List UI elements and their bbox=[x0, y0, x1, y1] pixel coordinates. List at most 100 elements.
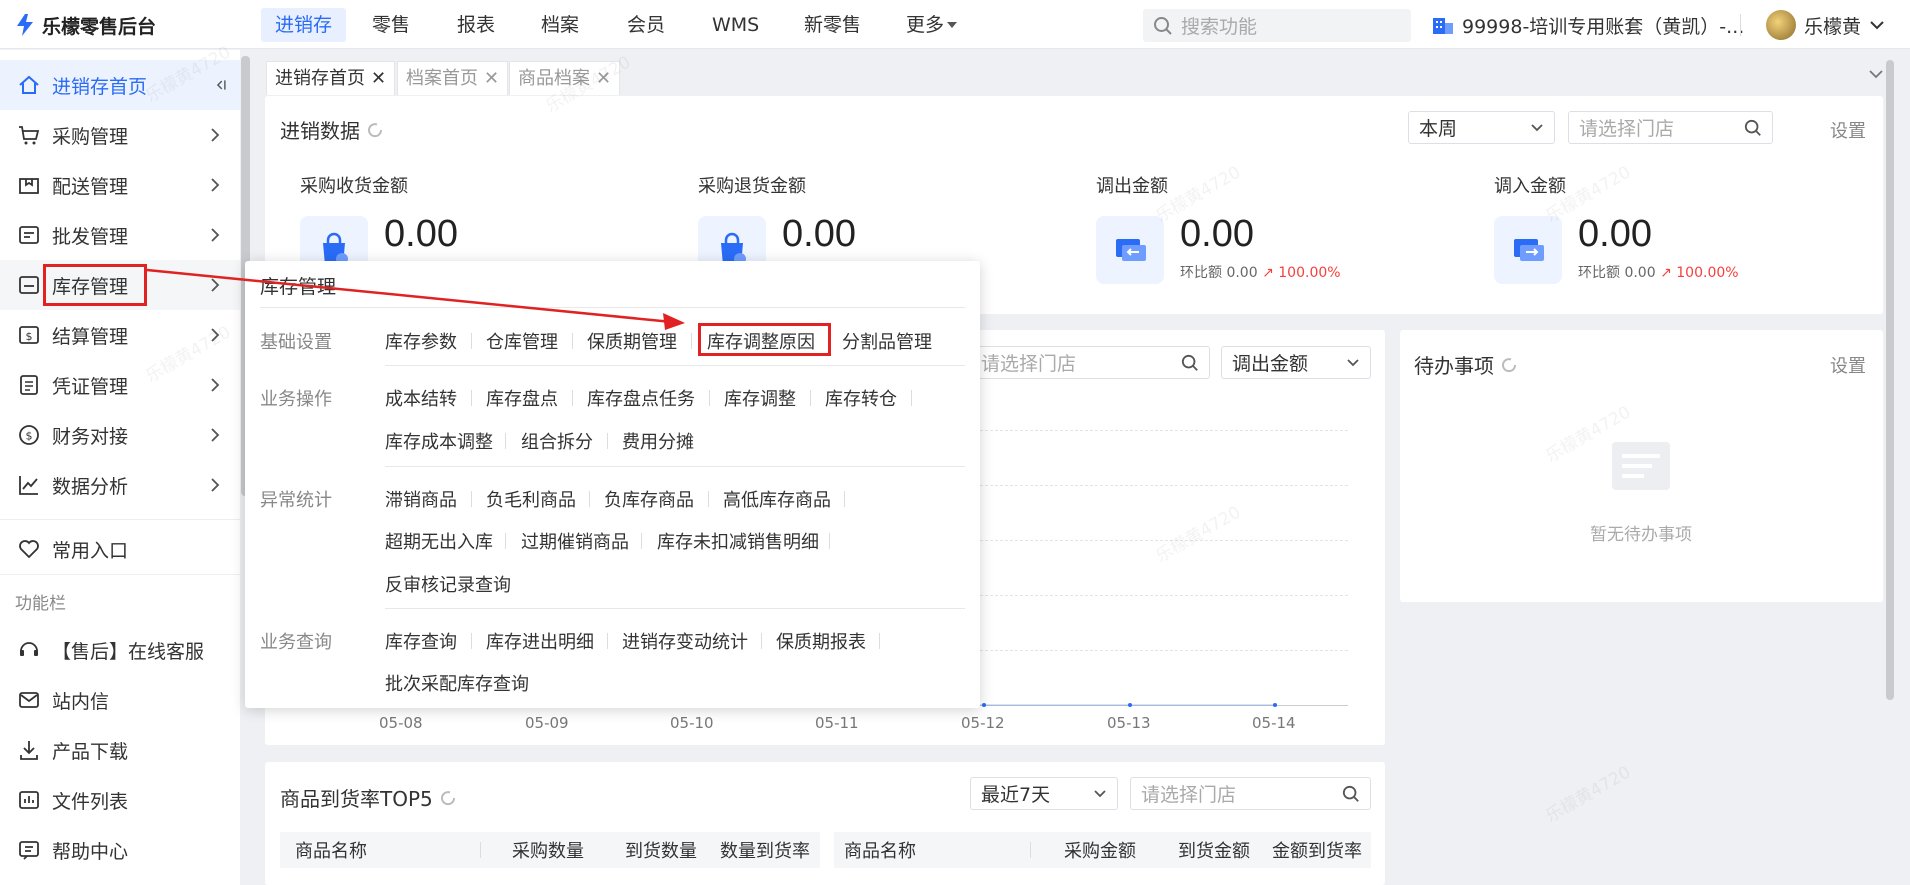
nav-archive[interactable]: 档案 bbox=[541, 8, 579, 42]
sidebar-item-help[interactable]: 帮助中心 bbox=[0, 825, 240, 875]
top5-header: 商品到货率TOP5 bbox=[280, 783, 457, 812]
highlight-box-adjust-reason bbox=[698, 323, 831, 356]
menu-item-stocktake-task[interactable]: 库存盘点任务 bbox=[587, 385, 695, 411]
menu-item-overdue-no-movement[interactable]: 超期无出入库 bbox=[385, 528, 493, 554]
search-icon bbox=[1154, 16, 1172, 35]
menu-item-cost-allocation[interactable]: 费用分摊 bbox=[622, 428, 694, 454]
sidebar-item-distribution[interactable]: 配送管理 bbox=[0, 160, 240, 210]
menu-item-batch-stock-query[interactable]: 批次采配库存查询 bbox=[385, 670, 529, 696]
app-logo[interactable]: 乐檬零售后台 bbox=[14, 11, 156, 39]
app-name: 乐檬零售后台 bbox=[42, 15, 157, 38]
sidebar-item-label: 站内信 bbox=[52, 690, 110, 713]
store-select[interactable]: 请选择门店 bbox=[1568, 111, 1773, 144]
divider bbox=[709, 390, 710, 406]
menu-item-stock-movement-detail[interactable]: 库存进出明细 bbox=[486, 628, 594, 654]
divider bbox=[385, 466, 965, 467]
sidebar-item-messages[interactable]: 站内信 bbox=[0, 675, 240, 725]
user-menu[interactable]: 乐檬黄 bbox=[1766, 10, 1885, 40]
menu-item-reverse-audit[interactable]: 反审核记录查询 bbox=[385, 571, 511, 597]
menu-item-cost-carryover[interactable]: 成本结转 bbox=[385, 385, 457, 411]
tabs-dropdown-icon[interactable] bbox=[1868, 68, 1884, 80]
menu-item-shelf-life[interactable]: 保质期管理 bbox=[587, 328, 677, 354]
settings-link[interactable]: 设置 bbox=[1830, 117, 1866, 143]
refresh-icon[interactable] bbox=[366, 121, 384, 139]
flyout-group-label: 基础设置 bbox=[260, 332, 332, 353]
nav-jxc[interactable]: 进销存 bbox=[261, 8, 347, 42]
menu-item-stock-query[interactable]: 库存查询 bbox=[385, 628, 457, 654]
divider bbox=[572, 333, 573, 349]
refresh-icon[interactable] bbox=[439, 789, 457, 807]
sidebar-item-analytics[interactable]: 数据分析 bbox=[0, 460, 240, 510]
metric-compare: 环比额 0.00 ↗ 100.00% bbox=[1180, 262, 1341, 282]
x-tick-label: 05-14 bbox=[1252, 714, 1296, 732]
column-header: 数量到货率 bbox=[720, 841, 810, 862]
menu-item-shelf-life-report[interactable]: 保质期报表 bbox=[776, 628, 866, 654]
tab-archive-home[interactable]: 档案首页 ✕ bbox=[397, 61, 509, 95]
nav-new-retail[interactable]: 新零售 bbox=[804, 8, 861, 42]
menu-item-undeducted-sales[interactable]: 库存未扣减销售明细 bbox=[657, 528, 819, 554]
period-select[interactable]: 本周 bbox=[1408, 111, 1555, 144]
chart-store-select[interactable]: 请选择门店 bbox=[970, 346, 1210, 379]
trend-up-icon: ↗ bbox=[1262, 265, 1274, 281]
sidebar-item-common[interactable]: 常用入口 bbox=[0, 524, 240, 574]
refresh-icon[interactable] bbox=[1500, 356, 1518, 374]
metric-label: 采购退货金额 bbox=[698, 176, 806, 197]
compare-label: 环比额 bbox=[1180, 265, 1222, 281]
x-tick-label: 05-09 bbox=[525, 714, 569, 732]
divider bbox=[0, 574, 240, 575]
nav-wms[interactable]: WMS bbox=[712, 8, 759, 42]
sidebar-item-wholesale[interactable]: 批发管理 bbox=[0, 210, 240, 260]
menu-item-expiry-promo[interactable]: 过期催销商品 bbox=[521, 528, 629, 554]
flyout-title: 库存管理 bbox=[260, 276, 337, 298]
nav-retail[interactable]: 零售 bbox=[372, 8, 410, 42]
sidebar-item-download[interactable]: 产品下载 bbox=[0, 725, 240, 775]
trend-up-icon: ↗ bbox=[1660, 265, 1672, 281]
todo-settings-link[interactable]: 设置 bbox=[1830, 352, 1866, 378]
chevron-right-icon bbox=[211, 428, 220, 442]
sidebar-item-finance[interactable]: $ 财务对接 bbox=[0, 410, 240, 460]
menu-item-combo-split[interactable]: 组合拆分 bbox=[521, 428, 593, 454]
menu-item-warehouse[interactable]: 仓库管理 bbox=[486, 328, 558, 354]
close-icon[interactable]: ✕ bbox=[484, 68, 499, 89]
menu-item-jxc-change-stats[interactable]: 进销存变动统计 bbox=[622, 628, 748, 654]
help-icon bbox=[19, 841, 39, 860]
main-scrollbar[interactable] bbox=[1886, 60, 1894, 700]
menu-item-high-low-stock[interactable]: 高低库存商品 bbox=[723, 486, 831, 512]
avatar bbox=[1766, 10, 1796, 40]
menu-item-cost-adjust[interactable]: 库存成本调整 bbox=[385, 428, 493, 454]
top5-period-select[interactable]: 最近7天 bbox=[970, 777, 1118, 810]
tab-jxc-home[interactable]: 进销存首页 ✕ bbox=[266, 61, 396, 95]
divider bbox=[844, 491, 845, 507]
menu-item-split-goods[interactable]: 分割品管理 bbox=[842, 328, 932, 354]
divider bbox=[471, 491, 472, 507]
nav-member[interactable]: 会员 bbox=[627, 8, 665, 42]
divider bbox=[761, 633, 762, 649]
function-search[interactable]: 搜索功能 bbox=[1143, 9, 1411, 42]
nav-report[interactable]: 报表 bbox=[457, 8, 495, 42]
collapse-icon[interactable] bbox=[214, 76, 228, 94]
menu-item-negative-stock[interactable]: 负库存商品 bbox=[604, 486, 694, 512]
nav-more[interactable]: 更多 bbox=[906, 8, 958, 42]
top5-amount-table-header: 商品名称 采购金额 到货金额 金额到货率 bbox=[834, 832, 1371, 868]
logo-icon bbox=[17, 14, 33, 36]
sidebar-item-files[interactable]: 文件列表 bbox=[0, 775, 240, 825]
account-switcher[interactable]: 99998-培训专用账套（黄凯）-... bbox=[1432, 12, 1744, 38]
divider bbox=[607, 433, 608, 449]
tab-label: 进销存首页 bbox=[275, 68, 365, 89]
search-icon bbox=[1181, 354, 1198, 371]
sidebar-item-purchase[interactable]: 采购管理 bbox=[0, 110, 240, 160]
chart-metric-select[interactable]: 调出金额 bbox=[1221, 346, 1371, 379]
close-icon[interactable]: ✕ bbox=[371, 68, 386, 89]
menu-item-slow-moving[interactable]: 滞销商品 bbox=[385, 486, 457, 512]
menu-item-stock-adjust[interactable]: 库存调整 bbox=[724, 385, 796, 411]
menu-item-stocktake[interactable]: 库存盘点 bbox=[486, 385, 558, 411]
menu-item-stock-transfer[interactable]: 库存转仓 bbox=[825, 385, 897, 411]
package-icon bbox=[19, 178, 39, 194]
menu-item-stock-params[interactable]: 库存参数 bbox=[385, 328, 457, 354]
top5-store-select[interactable]: 请选择门店 bbox=[1130, 777, 1371, 810]
sidebar-item-support[interactable]: 【售后】在线客服 bbox=[0, 625, 240, 675]
search-placeholder: 搜索功能 bbox=[1181, 16, 1258, 38]
wholesale-icon bbox=[19, 226, 39, 244]
menu-item-negative-margin[interactable]: 负毛利商品 bbox=[486, 486, 576, 512]
sidebar-item-voucher[interactable]: 凭证管理 bbox=[0, 360, 240, 410]
